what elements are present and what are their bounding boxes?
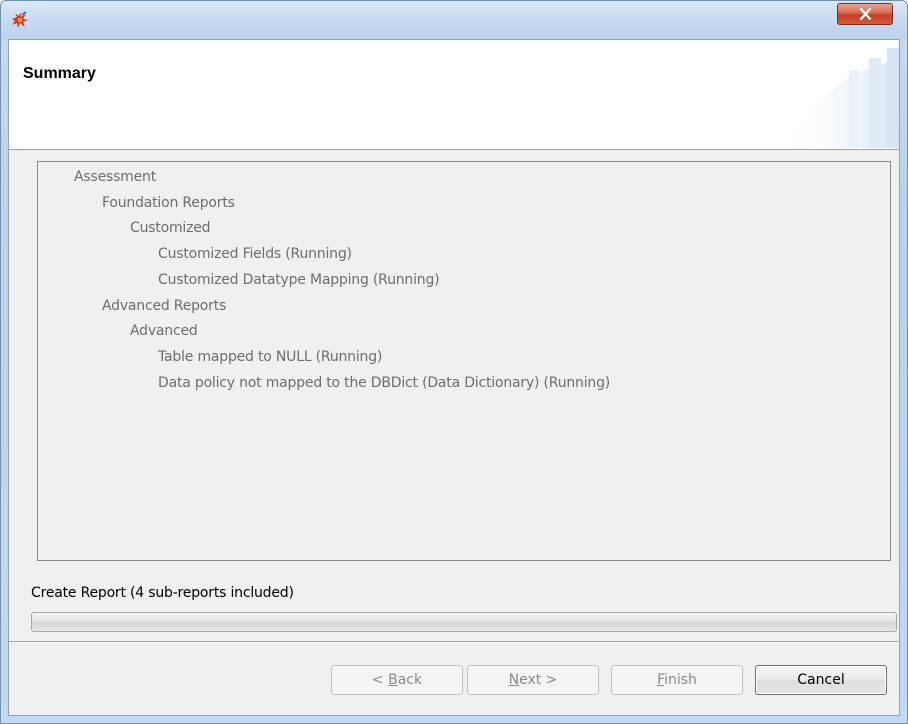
finish-button-label: inish (664, 672, 697, 688)
report-tree[interactable]: Assessment Foundation Reports Customized Cu… (37, 161, 891, 561)
tree-item[interactable]: Customized (130, 220, 211, 236)
back-button-mnemonic: B (388, 672, 398, 688)
status-label: Create Report (4 sub-reports included) (31, 585, 294, 601)
tree-item[interactable]: Advanced (130, 323, 198, 339)
cancel-button[interactable]: Cancel (755, 665, 887, 695)
wizard-header: Summary (9, 40, 899, 150)
header-decoration (779, 48, 899, 148)
back-button-label: ack (397, 672, 423, 688)
close-button[interactable] (837, 3, 893, 25)
next-button-mnemonic: N (508, 672, 520, 688)
page-title: Summary (23, 65, 96, 82)
wizard-window: Summary Assessment Foundation Reports Cust… (0, 0, 908, 724)
close-x-icon (859, 8, 872, 20)
separator (9, 641, 899, 643)
back-button[interactable]: < Back (331, 665, 463, 695)
tree-item[interactable]: Advanced Reports (102, 298, 226, 314)
next-button[interactable]: Next > (467, 665, 599, 695)
tree-item[interactable]: Customized Fields (Running) (158, 246, 352, 262)
finish-button[interactable]: Finish (611, 665, 743, 695)
tree-item[interactable]: Data policy not mapped to the DBDict (Da… (158, 375, 610, 391)
tree-item[interactable]: Customized Datatype Mapping (Running) (158, 272, 440, 288)
progress-bar (31, 612, 897, 632)
back-button-prefix: < (371, 672, 389, 688)
wizard-content: Summary Assessment Foundation Reports Cust… (8, 39, 900, 716)
app-flower-icon (12, 11, 28, 28)
title-bar[interactable] (1, 1, 907, 39)
tree-item[interactable]: Assessment (74, 169, 156, 185)
tree-item[interactable]: Table mapped to NULL (Running) (158, 349, 382, 365)
next-button-label: ext > (519, 672, 558, 688)
tree-item[interactable]: Foundation Reports (102, 195, 235, 211)
